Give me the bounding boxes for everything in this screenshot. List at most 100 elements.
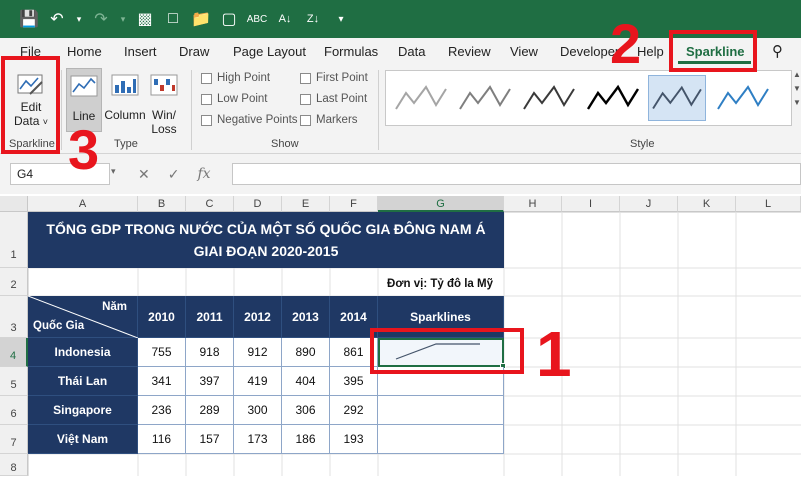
- save-icon[interactable]: 💾: [18, 8, 40, 30]
- value-cell[interactable]: 397: [186, 367, 234, 396]
- tab-view[interactable]: View: [510, 44, 538, 59]
- column-header-g[interactable]: G: [378, 196, 504, 212]
- low-point-checkbox[interactable]: Low Point: [201, 93, 268, 105]
- country-cell[interactable]: Indonesia: [28, 338, 138, 367]
- country-cell[interactable]: Việt Nam: [28, 425, 138, 454]
- first-point-checkbox[interactable]: First Point: [300, 72, 368, 84]
- year-header-cell[interactable]: 2011: [186, 296, 234, 338]
- last-point-checkbox[interactable]: Last Point: [300, 93, 367, 105]
- high-point-checkbox[interactable]: High Point: [201, 72, 270, 84]
- sort-descending-icon[interactable]: Z↓: [302, 8, 324, 30]
- undo-dropdown-icon[interactable]: ▾: [74, 8, 84, 30]
- value-cell[interactable]: 173: [234, 425, 282, 454]
- column-header-i[interactable]: I: [562, 196, 620, 212]
- sparkline-style-option[interactable]: [520, 75, 578, 121]
- new-file-icon[interactable]: ▢: [218, 8, 240, 30]
- table-title[interactable]: TỔNG GDP TRONG NƯỚC CỦA MỘT SỐ QUỐC GIA …: [28, 212, 504, 268]
- column-header-h[interactable]: H: [504, 196, 562, 212]
- value-cell[interactable]: 341: [138, 367, 186, 396]
- formula-input[interactable]: [232, 163, 801, 185]
- row-header-3[interactable]: 3: [0, 296, 28, 338]
- sparkline-style-option-selected[interactable]: [648, 75, 706, 121]
- value-cell[interactable]: 193: [330, 425, 378, 454]
- value-cell[interactable]: 918: [186, 338, 234, 367]
- redo-dropdown-icon[interactable]: ▾: [118, 8, 128, 30]
- gallery-scroll-up-icon[interactable]: ▲: [793, 70, 801, 84]
- gallery-more-icon[interactable]: ▼: [793, 98, 801, 112]
- value-cell[interactable]: 300: [234, 396, 282, 425]
- header-year-country-cell[interactable]: Năm Quốc Gia: [28, 296, 138, 338]
- cancel-icon[interactable]: ✕: [138, 166, 150, 183]
- markers-checkbox[interactable]: Markers: [300, 114, 358, 126]
- group-separator: [191, 70, 192, 150]
- camera-icon[interactable]: ▩: [134, 8, 156, 30]
- gallery-scroll-down-icon[interactable]: ▼: [793, 84, 801, 98]
- select-all-corner[interactable]: [0, 196, 28, 212]
- row-header-4[interactable]: 4: [0, 338, 28, 367]
- sparkline-style-option[interactable]: [392, 75, 450, 121]
- tab-formulas[interactable]: Formulas: [324, 44, 378, 59]
- column-header-c[interactable]: C: [186, 196, 234, 212]
- row-header-5[interactable]: 5: [0, 367, 28, 396]
- column-header-k[interactable]: K: [678, 196, 736, 212]
- sparkline-style-gallery[interactable]: [385, 70, 792, 126]
- country-cell[interactable]: Thái Lan: [28, 367, 138, 396]
- column-header-b[interactable]: B: [138, 196, 186, 212]
- customize-qat-icon[interactable]: ▾: [330, 8, 352, 30]
- tab-review[interactable]: Review: [448, 44, 491, 59]
- tab-insert[interactable]: Insert: [124, 44, 157, 59]
- value-cell[interactable]: 236: [138, 396, 186, 425]
- redo-icon[interactable]: ↷: [90, 8, 112, 30]
- open-folder-icon[interactable]: 📁: [190, 8, 212, 30]
- value-cell[interactable]: 912: [234, 338, 282, 367]
- column-header-f[interactable]: F: [330, 196, 378, 212]
- unit-label[interactable]: Đơn vị: Tỷ đô la Mỹ: [378, 272, 502, 296]
- row-header-8[interactable]: 8: [0, 454, 28, 476]
- value-cell[interactable]: 755: [138, 338, 186, 367]
- value-cell[interactable]: 157: [186, 425, 234, 454]
- tab-data[interactable]: Data: [398, 44, 425, 59]
- sparkline-style-option[interactable]: [584, 75, 642, 121]
- column-header-j[interactable]: J: [620, 196, 678, 212]
- insert-function-button[interactable]: fx: [197, 166, 210, 182]
- value-cell[interactable]: 116: [138, 425, 186, 454]
- column-header-a[interactable]: A: [28, 196, 138, 212]
- year-header-cell[interactable]: 2013: [282, 296, 330, 338]
- column-header-e[interactable]: E: [282, 196, 330, 212]
- tab-page-layout[interactable]: Page Layout: [233, 44, 306, 59]
- value-cell[interactable]: 186: [282, 425, 330, 454]
- name-box-dropdown-icon[interactable]: ▾: [111, 166, 116, 177]
- row-header-6[interactable]: 6: [0, 396, 28, 425]
- lightbulb-icon[interactable]: ⚲: [772, 42, 783, 60]
- column-header-l[interactable]: L: [736, 196, 801, 212]
- year-header-cell[interactable]: 2010: [138, 296, 186, 338]
- type-column-button[interactable]: Column: [104, 70, 146, 122]
- year-header-cell[interactable]: 2012: [234, 296, 282, 338]
- checkbox-box: [300, 72, 311, 84]
- value-cell[interactable]: 404: [282, 367, 330, 396]
- table-title-line-1: TỔNG GDP TRONG NƯỚC CỦA MỘT SỐ QUỐC GIA …: [46, 221, 486, 237]
- value-cell[interactable]: 289: [186, 396, 234, 425]
- sparkline-style-option[interactable]: [714, 75, 772, 121]
- country-cell[interactable]: Singapore: [28, 396, 138, 425]
- tab-home[interactable]: Home: [67, 44, 102, 59]
- type-winloss-button[interactable]: Win/ Loss: [146, 70, 182, 136]
- value-cell[interactable]: 890: [282, 338, 330, 367]
- value-cell[interactable]: 292: [330, 396, 378, 425]
- undo-icon[interactable]: ↶: [46, 8, 68, 30]
- confirm-icon[interactable]: ✓: [168, 166, 180, 183]
- tab-draw[interactable]: Draw: [179, 44, 209, 59]
- row-header-2[interactable]: 2: [0, 268, 28, 296]
- sparkline-cell[interactable]: [378, 396, 504, 425]
- sort-ascending-icon[interactable]: A↓: [274, 8, 296, 30]
- print-preview-icon[interactable]: □: [162, 8, 184, 30]
- sparkline-style-option[interactable]: [456, 75, 514, 121]
- row-header-7[interactable]: 7: [0, 425, 28, 454]
- sparkline-cell[interactable]: [378, 425, 504, 454]
- value-cell[interactable]: 306: [282, 396, 330, 425]
- spelling-icon[interactable]: ABC: [246, 8, 268, 30]
- column-header-d[interactable]: D: [234, 196, 282, 212]
- negative-points-checkbox[interactable]: Negative Points: [201, 114, 298, 126]
- row-header-1[interactable]: 1: [0, 212, 28, 268]
- value-cell[interactable]: 419: [234, 367, 282, 396]
